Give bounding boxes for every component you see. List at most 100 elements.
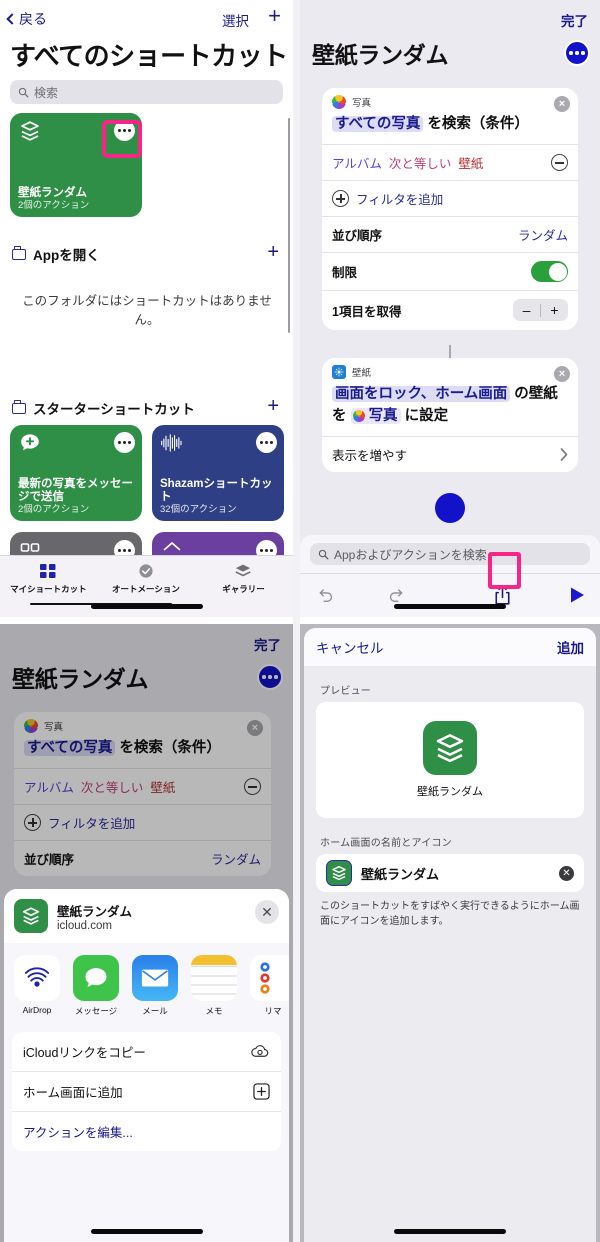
action-connector [449, 345, 452, 359]
add-filter-row[interactable]: フィルタを追加 [322, 180, 578, 216]
search-input[interactable]: 検索 [10, 80, 283, 104]
get-items-row[interactable]: 1項目を取得 – + [322, 290, 578, 330]
add-action-button[interactable] [435, 493, 465, 523]
shortcut-card-count: 32個のアクション [160, 504, 237, 515]
sort-order-value[interactable]: ランダム [518, 225, 568, 244]
cancel-button[interactable]: キャンセル [316, 637, 384, 657]
message-plus-icon [21, 434, 39, 451]
redo-icon[interactable] [386, 585, 406, 605]
tab-label: ギャラリー [222, 584, 265, 594]
limit-toggle[interactable] [531, 261, 568, 282]
action-card-find-photos[interactable]: 写真 × すべての写真 を検索（条件） アルバム 次と等しい 壁紙 フィルタを追… [322, 88, 578, 330]
page-title: すべてのショートカット [10, 41, 288, 71]
tab-label: マイショートカット [10, 584, 87, 594]
folder-header-open-app[interactable]: Appを開く [12, 244, 100, 264]
panel1-navbar: 戻る 選択 + [0, 0, 293, 32]
home-indicator [90, 1229, 203, 1234]
chevron-left-icon [6, 13, 18, 25]
share-app-row: AirDrop メッセージ メール メモ リマ [4, 943, 289, 1026]
share-action-copy-icloud-link[interactable]: iCloudリンクをコピー [12, 1032, 281, 1072]
icon-picker-button[interactable] [326, 860, 352, 886]
share-app-mail[interactable]: メール [132, 955, 178, 1017]
clear-circle-icon[interactable]: ✕ [559, 865, 574, 881]
shortcut-card-latest-photo[interactable]: 最新の写真をメッセージで送信 2個のアクション [10, 425, 142, 521]
layers-icon [235, 564, 252, 577]
share-action-edit-actions[interactable]: アクションを編集... [12, 1112, 281, 1151]
messages-icon [73, 955, 119, 1001]
panel-share-sheet: 完了 壁紙ランダム 写真 × すべての写真 を検索（条件） アルバム 次と等しい… [0, 624, 293, 1242]
empty-folder-message: このフォルダにはショートカットはありません。 [22, 294, 272, 327]
tab-gallery[interactable]: ギャラリー [195, 563, 292, 595]
share-app-label: リマ [264, 1006, 282, 1016]
share-action-label: iCloudリンクをコピー [23, 1046, 146, 1060]
ellipsis-icon[interactable] [256, 432, 277, 453]
back-button[interactable]: 戻る [6, 9, 47, 29]
highlight-box-card-menu [102, 120, 142, 158]
share-app-messages[interactable]: メッセージ [73, 955, 119, 1017]
close-circle-icon[interactable]: × [554, 96, 570, 112]
share-item-title: 壁紙ランダム [57, 904, 133, 919]
home-indicator [394, 604, 506, 609]
sort-order-row[interactable]: 並び順序 ランダム [322, 216, 578, 252]
chevron-right-icon [560, 448, 568, 461]
search-placeholder: 検索 [34, 85, 59, 100]
folder-icon [12, 246, 26, 260]
stepper-plus[interactable]: + [541, 302, 568, 318]
home-indicator [394, 1229, 506, 1234]
action-card-set-wallpaper[interactable]: 壁紙 × 画面をロック、ホーム画面 の壁紙を 写真 に設定 表示を増やす [322, 358, 578, 472]
limit-row[interactable]: 制限 [322, 252, 578, 290]
action-search-bar[interactable]: Appおよびアクションを検索 [300, 535, 600, 573]
share-app-airdrop[interactable]: AirDrop [14, 955, 60, 1017]
photos-icon [352, 410, 365, 422]
home-indicator [90, 604, 203, 609]
layers-icon [436, 734, 464, 763]
home-screen-name-input[interactable]: 壁紙ランダム [361, 864, 439, 883]
action-token-screens[interactable]: 画面をロック、ホーム画面 [332, 386, 511, 402]
action-app-name: 壁紙 [352, 368, 372, 379]
quantity-stepper[interactable]: – + [513, 299, 568, 321]
shortcut-card-name: 最新の写真をメッセージで送信 [18, 478, 133, 503]
done-button[interactable]: 完了 [561, 10, 588, 30]
stepper-minus[interactable]: – [513, 302, 540, 318]
action-search-placeholder: Appおよびアクションを検索 [334, 547, 487, 562]
panel-add-to-home-screen: キャンセル 追加 プレビュー 壁紙ランダム ホーム画面の名前とアイコン 壁紙ラン… [300, 624, 600, 1242]
share-app-notes[interactable]: メモ [191, 955, 237, 1017]
action-app-name: 写真 [352, 98, 372, 109]
close-circle-icon[interactable]: × [554, 366, 570, 382]
notes-icon [191, 955, 237, 1001]
filter-row[interactable]: アルバム 次と等しい 壁紙 [322, 144, 578, 180]
show-more-row[interactable]: 表示を増やす [322, 436, 578, 472]
ellipsis-icon[interactable] [114, 432, 135, 453]
tab-my-shortcuts[interactable]: マイショートカット [0, 563, 97, 595]
tab-automation[interactable]: オートメーション [98, 563, 195, 595]
play-icon[interactable] [569, 586, 586, 604]
preview-box: 壁紙ランダム [316, 702, 584, 818]
close-icon[interactable]: ✕ [255, 900, 279, 924]
filter-value[interactable]: 壁紙 [458, 153, 483, 172]
select-button[interactable]: 選択 [222, 10, 249, 30]
share-action-label: ホーム画面に追加 [23, 1086, 123, 1100]
action-body-tail: に設定 [404, 408, 449, 424]
grid-icon [40, 564, 56, 578]
modal-header: キャンセル 追加 [304, 628, 596, 666]
tab-label: オートメーション [111, 584, 180, 594]
scrollbar[interactable] [287, 118, 290, 333]
home-screen-name-row[interactable]: 壁紙ランダム ✕ [316, 854, 584, 892]
filter-operator[interactable]: 次と等しい [389, 153, 452, 172]
undo-icon[interactable] [316, 585, 336, 605]
add-shortcut-button[interactable]: + [268, 5, 281, 27]
folder-add-button-starter[interactable]: + [267, 395, 279, 418]
action-token-photo[interactable]: 写真 [350, 408, 401, 424]
share-action-add-to-home-screen[interactable]: ホーム画面に追加 [12, 1072, 281, 1112]
filter-field[interactable]: アルバム [332, 153, 382, 172]
minus-circle-icon[interactable] [551, 154, 568, 171]
folder-add-button-open-app[interactable]: + [267, 241, 279, 264]
add-button[interactable]: 追加 [557, 637, 584, 657]
action-token-all-photos[interactable]: すべての写真 [332, 116, 424, 132]
shortcut-card-shazam[interactable]: Shazamショートカット 32個のアクション [152, 425, 284, 521]
name-section-label: ホーム画面の名前とアイコン [320, 838, 452, 849]
panel-all-shortcuts: 戻る 選択 + すべてのショートカット 検索 壁紙ランダム 2個のアクション A… [0, 0, 293, 617]
share-app-reminders[interactable]: リマ [250, 955, 289, 1017]
ellipsis-circle-icon[interactable] [564, 40, 590, 66]
folder-header-starter[interactable]: スターターショートカット [12, 398, 195, 418]
